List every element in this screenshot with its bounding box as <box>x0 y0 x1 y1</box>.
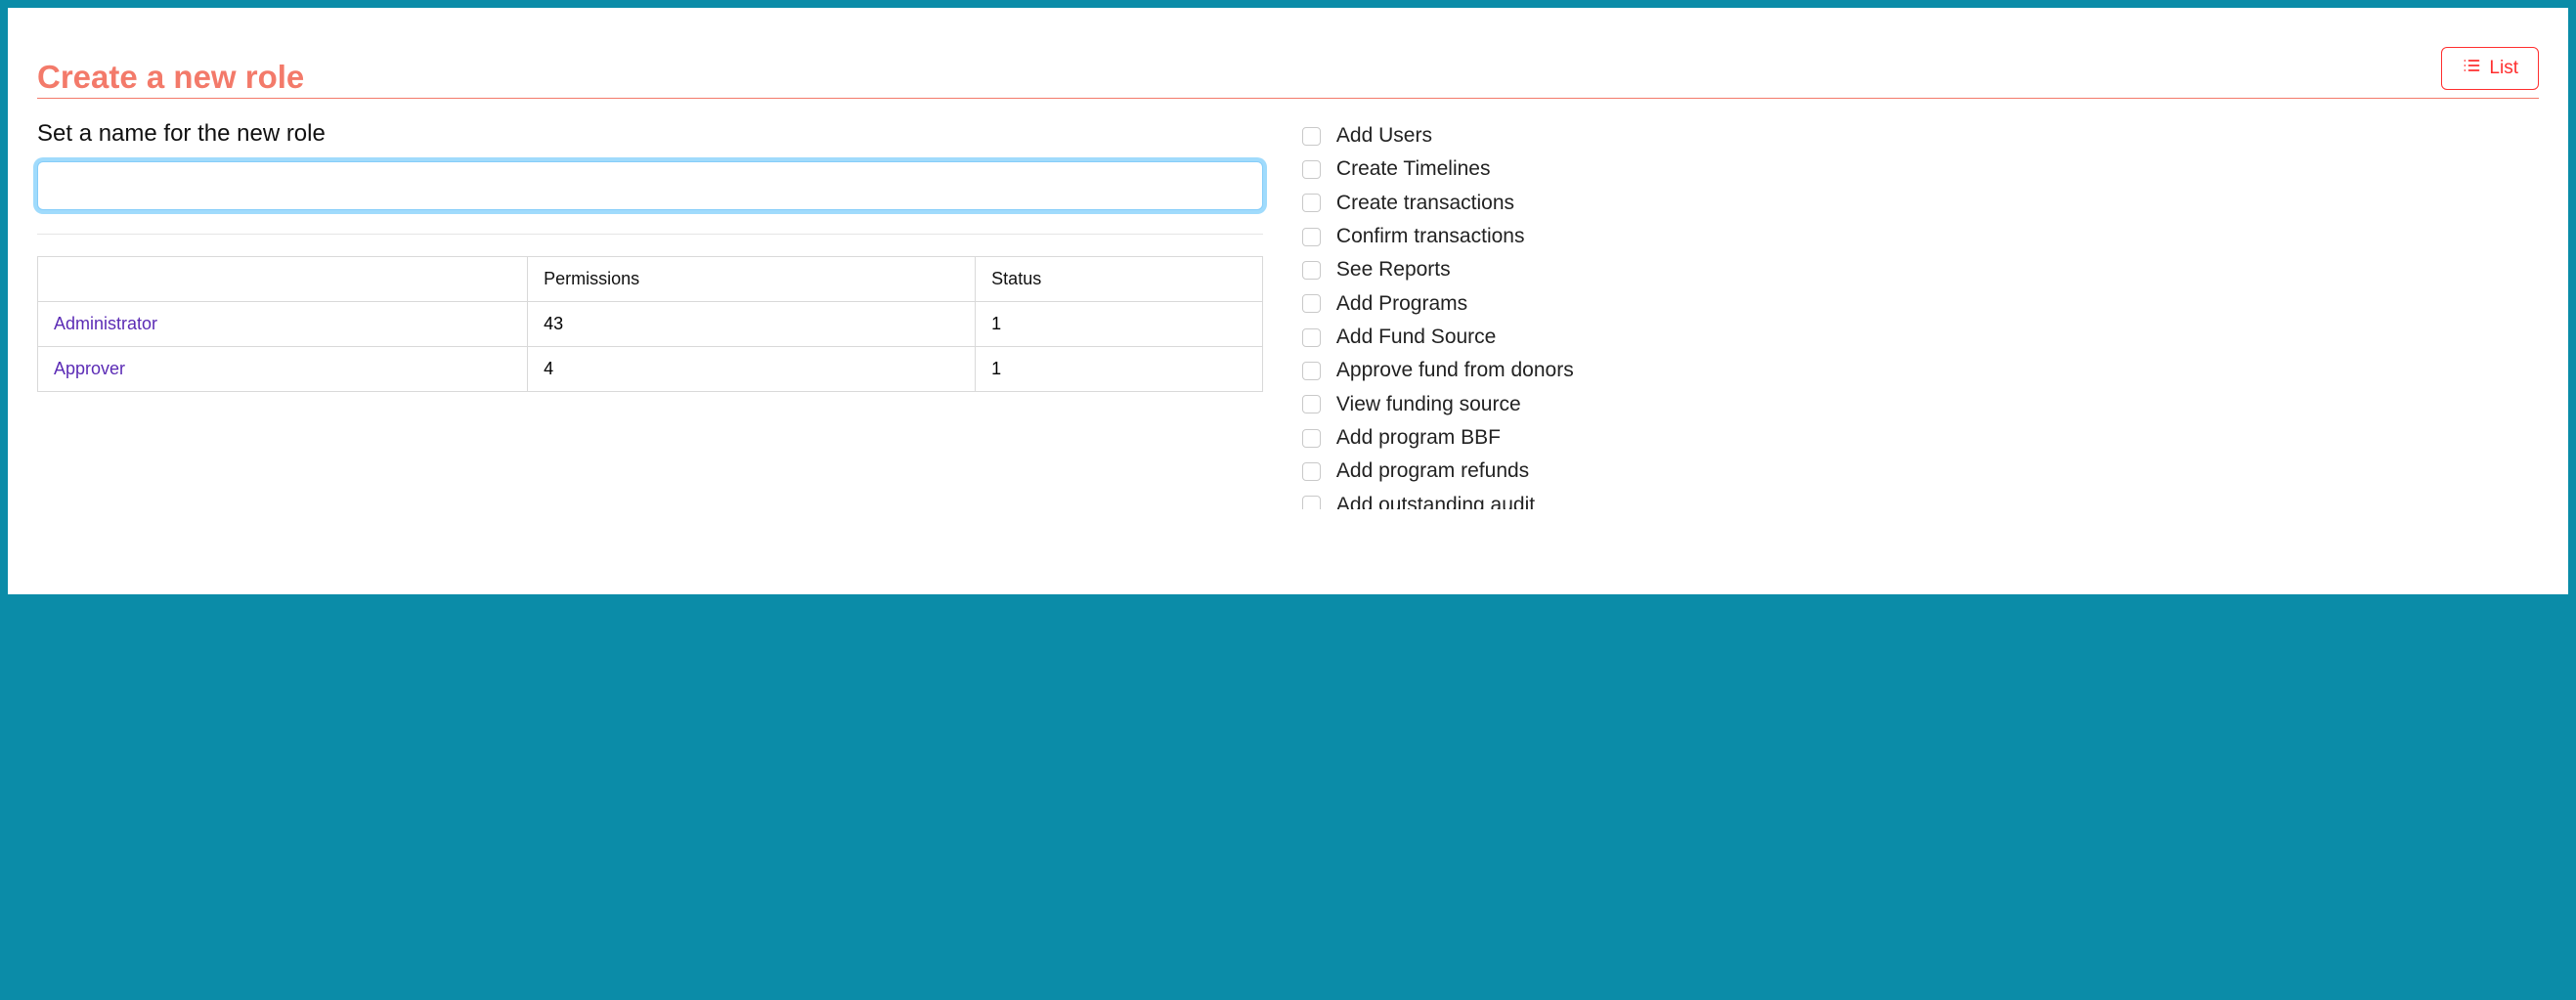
permission-label: Add Users <box>1336 122 1432 150</box>
checkbox-icon[interactable] <box>1302 462 1321 481</box>
permission-label: Create transactions <box>1336 190 1514 217</box>
permission-item[interactable]: Add Programs <box>1302 288 2539 320</box>
permission-item[interactable]: Add program refunds <box>1302 456 2539 487</box>
checkbox-icon[interactable] <box>1302 328 1321 347</box>
checkbox-icon[interactable] <box>1302 429 1321 448</box>
list-icon <box>2462 56 2481 81</box>
permission-label: Confirm transactions <box>1336 223 1525 250</box>
role-permissions-cell: 43 <box>528 302 976 347</box>
permission-label: Add program BBF <box>1336 424 1501 452</box>
permission-item[interactable]: Create Timelines <box>1302 153 2539 185</box>
table-header-name <box>38 257 528 302</box>
right-column: Add Users Create Timelines Create transa… <box>1302 120 2539 509</box>
table-row: Approver 4 1 <box>38 347 1263 392</box>
checkbox-icon[interactable] <box>1302 362 1321 380</box>
left-column: Set a name for the new role Permissions … <box>37 120 1263 509</box>
permission-label: Add program refunds <box>1336 457 1529 485</box>
permission-item[interactable]: Add outstanding audit <box>1302 490 2539 509</box>
permission-label: View funding source <box>1336 391 1521 418</box>
permission-label: Add outstanding audit <box>1336 492 1535 509</box>
list-button-label: List <box>2489 58 2518 79</box>
table-header-permissions: Permissions <box>528 257 976 302</box>
page-header: Create a new role List <box>37 47 2539 99</box>
permission-label: Add Programs <box>1336 290 1467 318</box>
role-permissions-cell: 4 <box>528 347 976 392</box>
roles-table: Permissions Status Administrator 43 1 Ap… <box>37 256 1263 392</box>
permission-label: Create Timelines <box>1336 155 1491 183</box>
role-status-cell: 1 <box>976 347 1263 392</box>
role-status-cell: 1 <box>976 302 1263 347</box>
permission-item[interactable]: Add program BBF <box>1302 422 2539 454</box>
checkbox-icon[interactable] <box>1302 228 1321 246</box>
permission-label: See Reports <box>1336 256 1451 283</box>
role-link[interactable]: Administrator <box>54 314 157 333</box>
permission-item[interactable]: See Reports <box>1302 254 2539 285</box>
role-link[interactable]: Approver <box>54 359 125 378</box>
permissions-list: Add Users Create Timelines Create transa… <box>1302 120 2539 509</box>
role-name-label: Set a name for the new role <box>37 120 1263 148</box>
checkbox-icon[interactable] <box>1302 395 1321 413</box>
permission-item[interactable]: Add Fund Source <box>1302 322 2539 353</box>
permission-item[interactable]: Approve fund from donors <box>1302 355 2539 386</box>
checkbox-icon[interactable] <box>1302 127 1321 146</box>
role-name-input[interactable] <box>37 161 1263 210</box>
section-divider <box>37 234 1263 235</box>
checkbox-icon[interactable] <box>1302 294 1321 313</box>
permission-label: Approve fund from donors <box>1336 357 1574 384</box>
permission-item[interactable]: Create transactions <box>1302 188 2539 219</box>
permission-item[interactable]: Add Users <box>1302 120 2539 152</box>
checkbox-icon[interactable] <box>1302 261 1321 280</box>
permission-item[interactable]: Confirm transactions <box>1302 221 2539 252</box>
table-header-status: Status <box>976 257 1263 302</box>
page-frame: Create a new role List Set a name for th… <box>8 8 2568 594</box>
permission-label: Add Fund Source <box>1336 324 1496 351</box>
content-row: Set a name for the new role Permissions … <box>37 120 2539 509</box>
checkbox-icon[interactable] <box>1302 194 1321 212</box>
table-row: Administrator 43 1 <box>38 302 1263 347</box>
checkbox-icon[interactable] <box>1302 160 1321 179</box>
checkbox-icon[interactable] <box>1302 496 1321 509</box>
page-title: Create a new role <box>37 59 304 96</box>
permission-item[interactable]: View funding source <box>1302 389 2539 420</box>
list-button[interactable]: List <box>2441 47 2539 90</box>
